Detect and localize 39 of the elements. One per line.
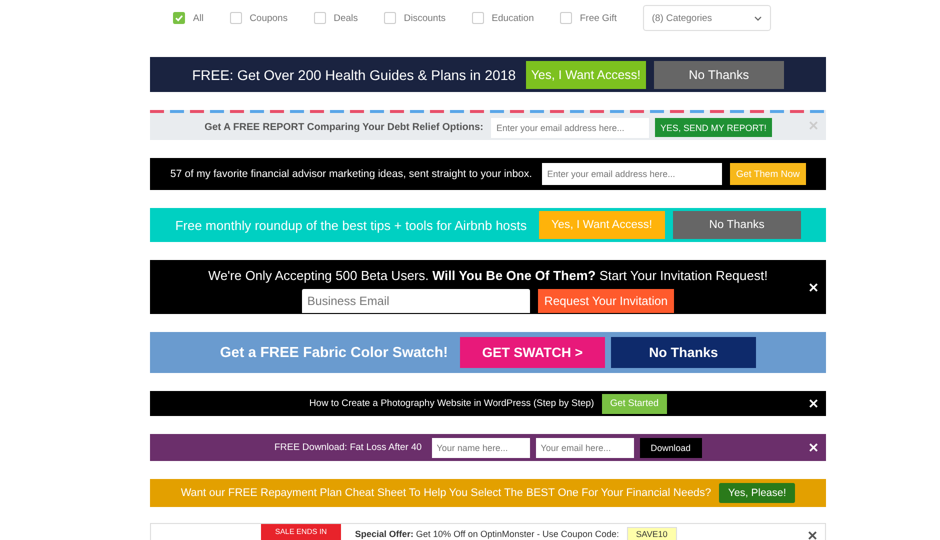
promo-text: Get a FREE Fabric Color Swatch!: [220, 344, 448, 360]
close-icon[interactable]: [808, 531, 817, 540]
checkbox[interactable]: [560, 12, 572, 24]
filter-checkbox[interactable]: Coupons: [230, 12, 288, 24]
category-dropdown[interactable]: (8) Categories: [642, 5, 771, 31]
promo-text: 57 of my favorite financial advisor marketing ideas, sent straight to your inbox.: [170, 168, 532, 180]
filter-checkbox[interactable]: Education: [472, 12, 534, 24]
checkbox[interactable]: [314, 12, 326, 24]
promo-text: FREE Download: Fat Loss After 40: [274, 442, 422, 453]
chevron-down-icon: [754, 16, 762, 20]
checkbox[interactable]: [384, 12, 396, 24]
input-field[interactable]: Your email here...: [536, 438, 634, 458]
checkbox[interactable]: [173, 12, 185, 24]
promo-text: Special Offer: Get 10% Off on OptinMonster - Use Coupon Code:: [355, 529, 619, 539]
cta-button[interactable]: Download: [640, 438, 702, 458]
cta-button[interactable]: No Thanks: [654, 60, 784, 88]
promo-text: Free monthly roundup of the best tips + tools for Airbnb hosts: [175, 218, 527, 232]
input-field[interactable]: Enter your email address here...: [542, 163, 722, 185]
filter-checkbox[interactable]: Free Gift: [560, 12, 617, 24]
checkbox[interactable]: [230, 12, 242, 24]
cta-button[interactable]: Yes, Please!: [719, 483, 796, 503]
promo-text: Want our FREE Repayment Plan Cheat Sheet To Help You Select The BEST One For Your Financial Needs?: [180, 487, 712, 499]
cta-button[interactable]: GET SWATCH >: [460, 337, 605, 368]
checkbox[interactable]: [472, 12, 484, 24]
cta-button[interactable]: YES, SEND MY REPORT!: [655, 118, 772, 137]
input-field[interactable]: Your name here...: [432, 438, 530, 458]
input-field[interactable]: Business Email: [302, 289, 530, 313]
promo-text: How to Create a Photography Website in WordPress (Step by Step): [309, 398, 594, 409]
filter-checkbox[interactable]: Deals: [314, 12, 358, 24]
promo-text: Get A FREE REPORT Comparing Your Debt Relief Options:: [204, 122, 484, 133]
cta-button[interactable]: No Thanks: [672, 211, 801, 239]
promo-text: FREE: Get Over 200 Health Guides & Plans in 2018: [192, 66, 516, 82]
promo-text: We're Only Accepting 500 Beta Users. Will You Be One Of Them? Start Your Invitation Request!: [207, 268, 769, 283]
coupon-code: SAVE10: [626, 527, 676, 540]
cta-button[interactable]: No Thanks: [611, 337, 756, 368]
cta-button[interactable]: Request Your Invitation: [538, 289, 674, 313]
filter-checkbox[interactable]: All: [173, 12, 204, 24]
input-field[interactable]: Enter your email address here...: [491, 118, 650, 138]
filter-checkbox[interactable]: Discounts: [384, 12, 446, 24]
